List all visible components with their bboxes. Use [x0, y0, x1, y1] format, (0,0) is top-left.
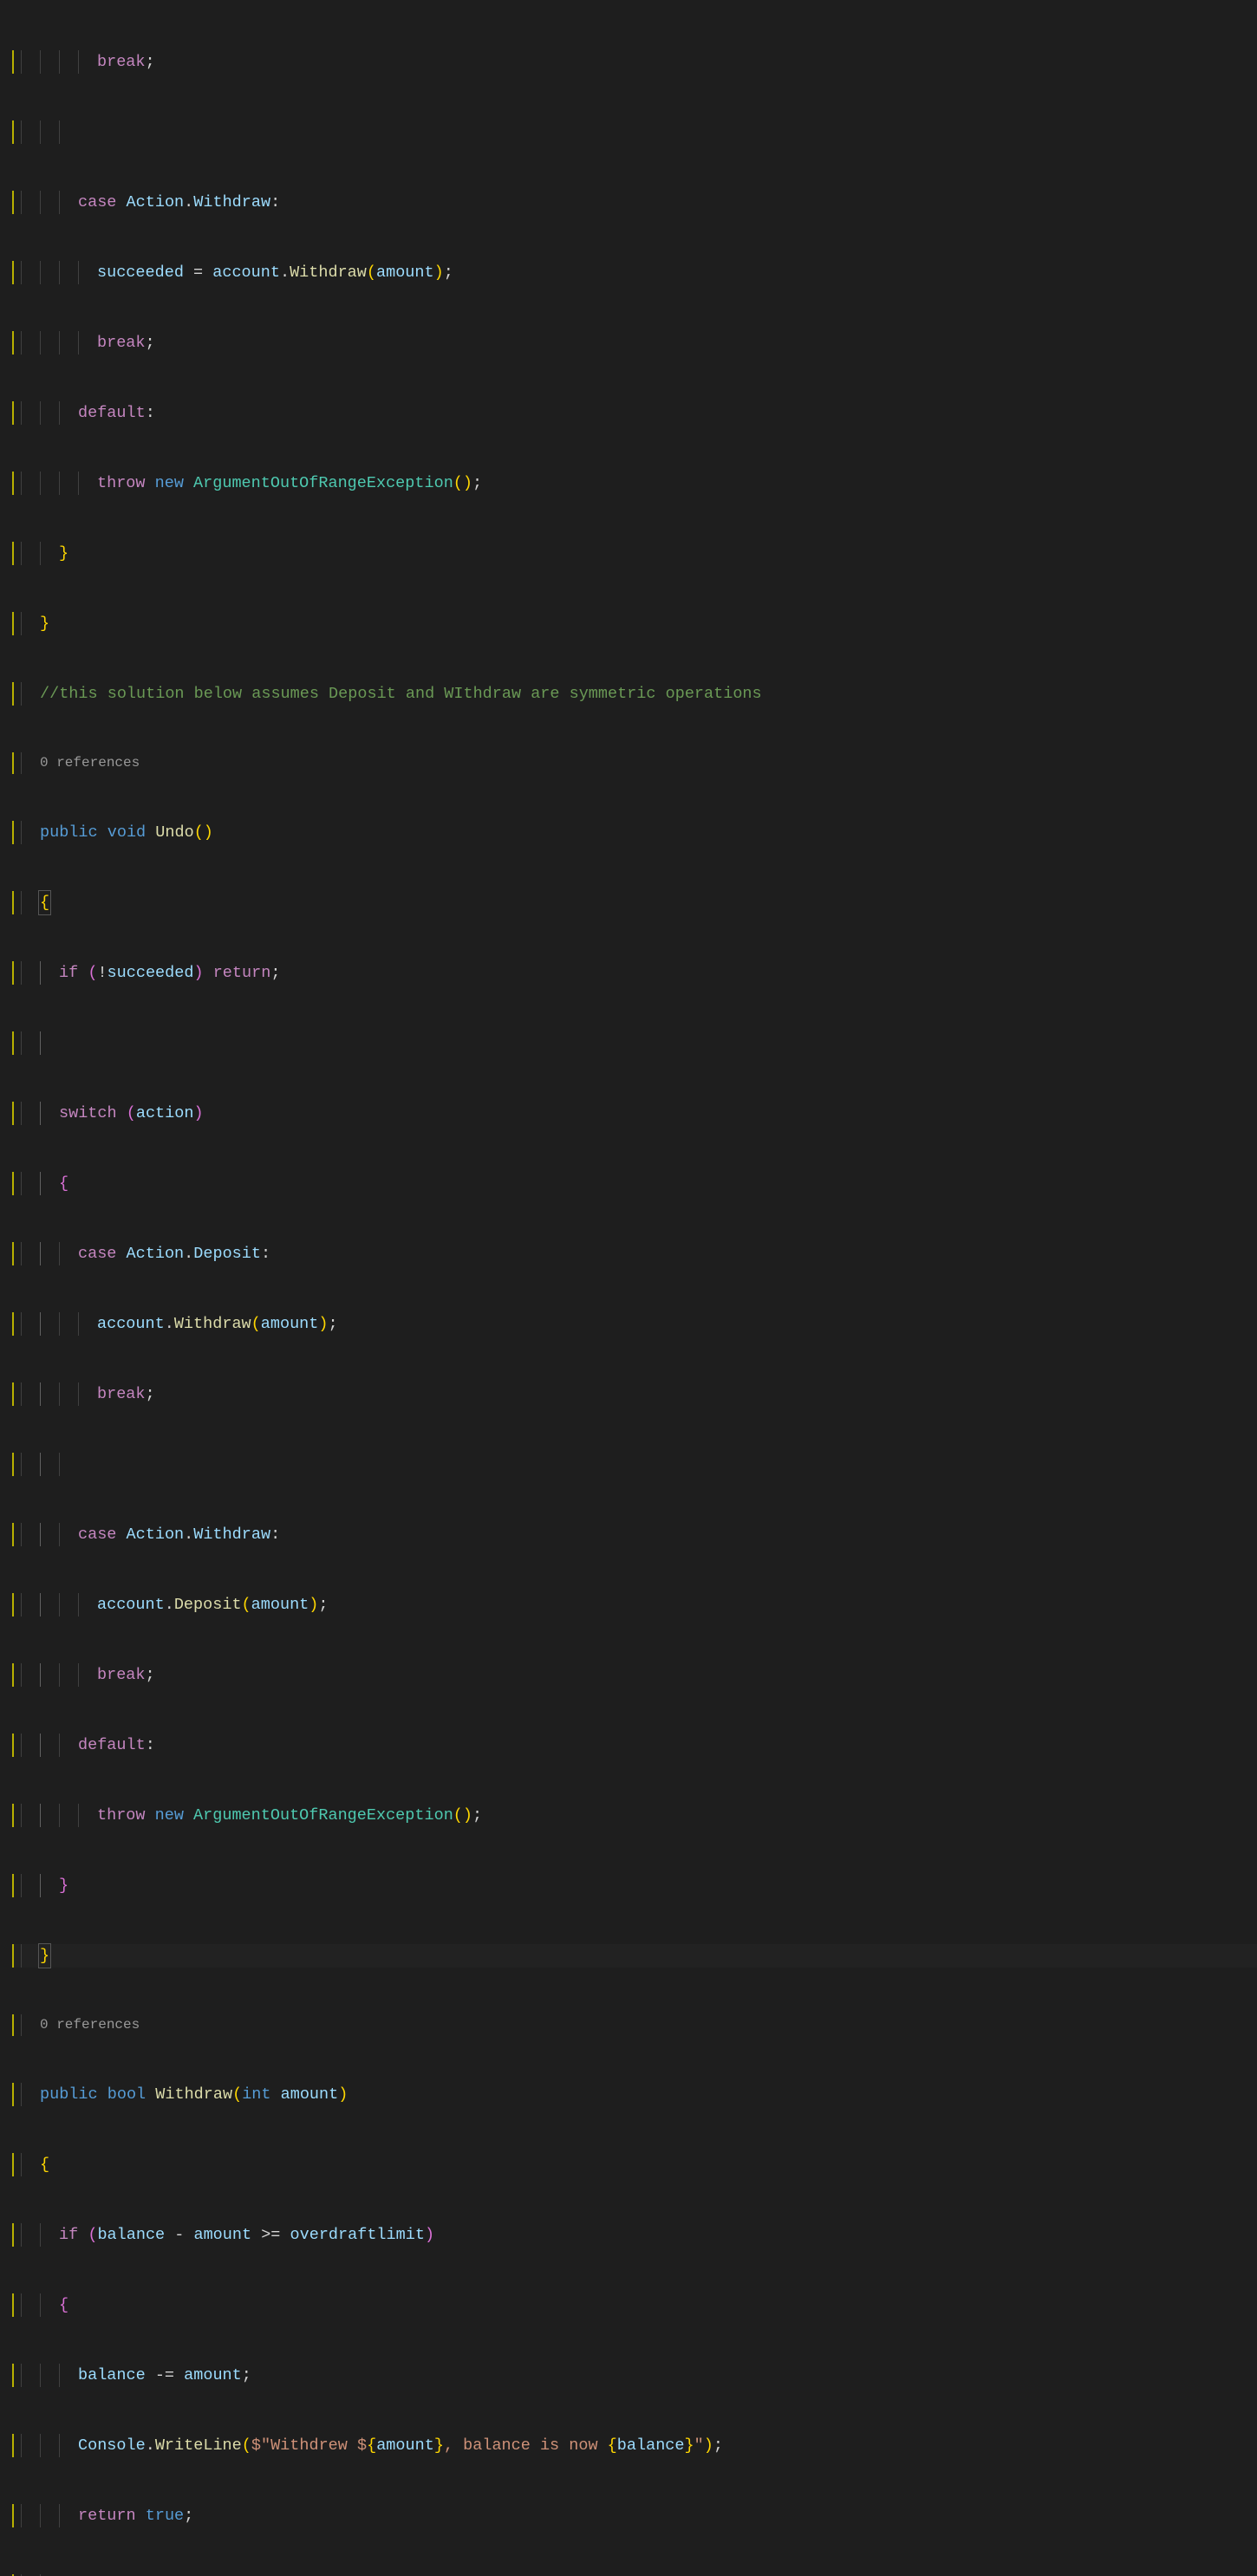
code-line[interactable]: if (!succeeded) return;	[12, 961, 1257, 985]
code-line[interactable]: throw new ArgumentOutOfRangeException();	[12, 1804, 1257, 1827]
code-line[interactable]	[12, 120, 1257, 144]
code-line[interactable]: balance -= amount;	[12, 2364, 1257, 2387]
code-line[interactable]: break;	[12, 1382, 1257, 1406]
code-line[interactable]: account.Withdraw(amount);	[12, 1312, 1257, 1336]
code-line[interactable]: {	[12, 2153, 1257, 2176]
code-line[interactable]	[12, 1453, 1257, 1476]
code-line[interactable]: //this solution below assumes Deposit an…	[12, 682, 1257, 706]
code-editor[interactable]: break; case Action.Withdraw: succeeded =…	[0, 0, 1257, 2576]
code-line[interactable]: {	[12, 2293, 1257, 2317]
code-line[interactable]: break;	[12, 331, 1257, 355]
code-line[interactable]: break;	[12, 50, 1257, 74]
code-line[interactable]: public void Undo()	[12, 821, 1257, 844]
code-line[interactable]: succeeded = account.Withdraw(amount);	[12, 261, 1257, 284]
brace-highlight: }	[38, 1943, 51, 1968]
code-line[interactable]: default:	[12, 401, 1257, 425]
code-line[interactable]: throw new ArgumentOutOfRangeException();	[12, 472, 1257, 495]
code-line[interactable]: break;	[12, 1663, 1257, 1687]
code-line[interactable]: {	[12, 891, 1257, 914]
codelens-references[interactable]: 0 references	[12, 2014, 1257, 2036]
brace-highlight: {	[38, 890, 51, 915]
code-line[interactable]: return true;	[12, 2504, 1257, 2527]
code-line[interactable]: Console.WriteLine($"Withdrew ${amount}, …	[12, 2434, 1257, 2457]
code-line[interactable]: case Action.Withdraw:	[12, 1523, 1257, 1546]
code-line[interactable]: default:	[12, 1734, 1257, 1757]
code-line[interactable]: public bool Withdraw(int amount)	[12, 2083, 1257, 2106]
code-line[interactable]: case Action.Withdraw:	[12, 191, 1257, 214]
code-line[interactable]: case Action.Deposit:	[12, 1242, 1257, 1265]
code-line[interactable]	[12, 1031, 1257, 1055]
code-line[interactable]: }	[12, 1874, 1257, 1897]
code-line[interactable]: }	[12, 2574, 1257, 2576]
codelens-references[interactable]: 0 references	[12, 752, 1257, 774]
code-line[interactable]: if (balance - amount >= overdraftlimit)	[12, 2223, 1257, 2247]
code-line-cursor[interactable]: }	[12, 1944, 1257, 1968]
code-line[interactable]: {	[12, 1172, 1257, 1195]
code-line[interactable]: }	[12, 612, 1257, 635]
code-line[interactable]: switch (action)	[12, 1102, 1257, 1125]
code-line[interactable]: }	[12, 542, 1257, 565]
code-line[interactable]: account.Deposit(amount);	[12, 1593, 1257, 1617]
